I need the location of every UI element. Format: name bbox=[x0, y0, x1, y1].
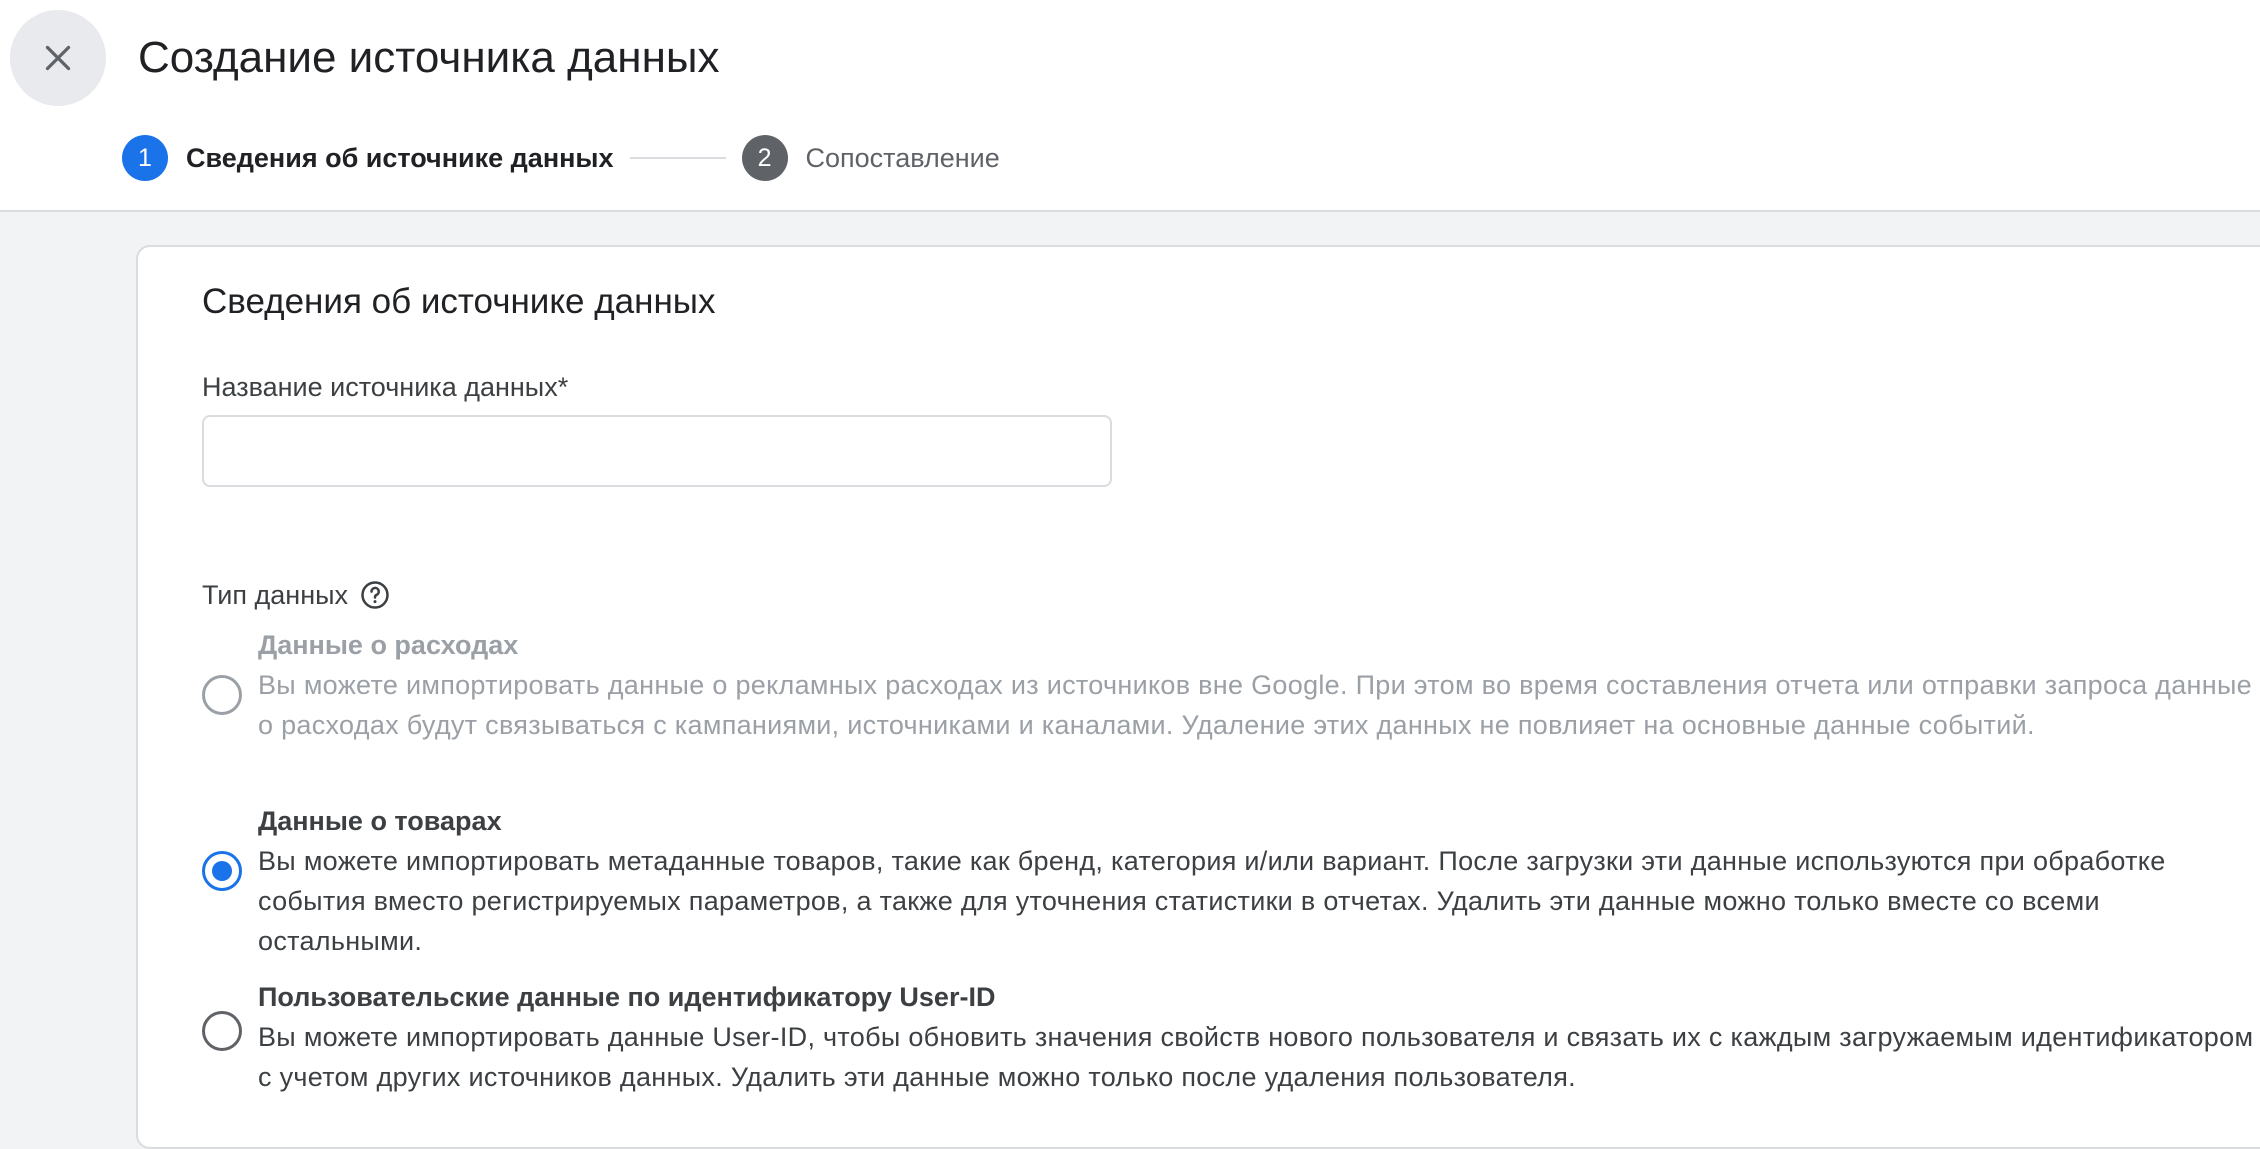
option-title: Данные о товарах bbox=[258, 806, 502, 836]
option-title: Данные о расходах bbox=[258, 630, 519, 660]
option-description: Вы можете импортировать метаданные товар… bbox=[258, 846, 2166, 956]
help-circle-icon[interactable] bbox=[360, 580, 390, 610]
step-2-label: Сопоставление bbox=[805, 143, 1000, 173]
step-2-number: 2 bbox=[741, 135, 788, 181]
data-source-name-input[interactable] bbox=[202, 415, 1112, 487]
data-type-label-row: Тип данных bbox=[202, 575, 390, 615]
step-1-number: 1 bbox=[122, 135, 168, 181]
step-1[interactable]: 1 Сведения об источнике данных bbox=[122, 135, 614, 181]
radio-user-id-data[interactable] bbox=[202, 1011, 242, 1051]
page-title: Создание источника данных bbox=[138, 33, 720, 82]
step-connector bbox=[629, 157, 726, 159]
close-icon bbox=[45, 45, 71, 71]
data-source-card: Сведения об источнике данных Название ис… bbox=[136, 245, 2260, 1149]
data-type-label: Тип данных bbox=[202, 580, 349, 610]
name-field-label: Название источника данных* bbox=[202, 372, 569, 402]
option-description: Вы можете импортировать данные о рекламн… bbox=[258, 670, 2252, 740]
card-title: Сведения об источнике данных bbox=[202, 282, 716, 321]
radio-product-data[interactable] bbox=[202, 851, 242, 891]
step-2[interactable]: 2 Сопоставление bbox=[741, 135, 1000, 181]
radio-cost-data[interactable] bbox=[202, 675, 242, 715]
option-description: Вы можете импортировать данные User-ID, … bbox=[258, 1022, 2254, 1092]
close-button[interactable] bbox=[10, 10, 106, 106]
stepper: 1 Сведения об источнике данных 2 Сопоста… bbox=[122, 134, 1000, 182]
step-1-label: Сведения об источнике данных bbox=[186, 143, 614, 173]
page-header: Создание источника данных 1 Сведения об … bbox=[0, 0, 2260, 212]
option-title: Пользовательские данные по идентификатор… bbox=[258, 982, 996, 1012]
